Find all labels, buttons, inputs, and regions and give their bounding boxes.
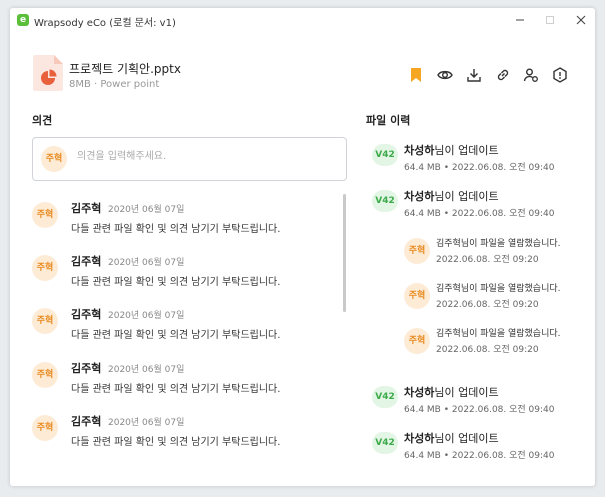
- history-view-time: 2022.06.08. 오전 09:20: [436, 255, 539, 265]
- history-title: 차성하님이 업데이트: [404, 188, 499, 204]
- info-button[interactable]: [550, 65, 570, 85]
- history-view-time: 2022.06.08. 오전 09:20: [436, 300, 539, 310]
- comment-date: 2020년 06월 07일: [108, 365, 185, 375]
- comment-author: 김주혁: [71, 202, 102, 215]
- comment-text: 다들 관련 파일 확인 및 의견 남기기 부탁드립니다.: [71, 384, 281, 395]
- comment-item: 주혁 김주혁 2020년 06월 07일 다들 관련 파일 확인 및 의견 남기…: [30, 253, 340, 303]
- comment-author: 김주혁: [71, 362, 102, 375]
- history-meta: 64.4 MB • 2022.06.08. 오전 09:40: [404, 405, 555, 415]
- maximize-button[interactable]: [539, 12, 561, 30]
- avatar: 주혁: [404, 328, 430, 354]
- avatar: 주혁: [32, 362, 58, 388]
- history-section-title: 파일 이력: [366, 114, 411, 127]
- history-view-text: 김주혁님이 파일을 열람했습니다.: [436, 329, 561, 339]
- copy-link-button[interactable]: [493, 65, 513, 85]
- comment-text: 다들 관련 파일 확인 및 의견 남기기 부탁드립니다.: [71, 330, 281, 341]
- maximize-icon: [546, 16, 554, 24]
- history-meta: 64.4 MB • 2022.06.08. 오전 09:40: [404, 163, 555, 173]
- history-user: 차성하: [404, 190, 435, 203]
- history-view-item: 주혁 김주혁님이 파일을 열람했습니다. 2022.06.08. 오전 09:2…: [404, 325, 584, 361]
- history-view-time: 2022.06.08. 오전 09:20: [436, 345, 539, 355]
- minimize-button[interactable]: [509, 12, 531, 30]
- history-view-text: 김주혁님이 파일을 열람했습니다.: [436, 239, 561, 249]
- history-user: 차성하: [404, 432, 435, 445]
- file-meta: 8MB · Power point: [69, 79, 160, 90]
- bookmark-button[interactable]: [406, 65, 426, 85]
- powerpoint-file-icon: [33, 55, 63, 91]
- history-update-item: V42 차성하님이 업데이트 64.4 MB • 2022.06.08. 오전 …: [372, 142, 582, 178]
- download-button[interactable]: [464, 65, 484, 85]
- history-title: 차성하님이 업데이트: [404, 142, 499, 158]
- app-logo-icon: e: [17, 14, 29, 26]
- title-bar: e Wrapsody eCo (로컬 문서: v1): [10, 8, 595, 34]
- history-meta: 64.4 MB • 2022.06.08. 오전 09:40: [404, 209, 555, 219]
- minimize-icon: [516, 19, 524, 21]
- avatar: 주혁: [32, 255, 58, 281]
- info-icon: [553, 67, 567, 83]
- share-user-icon: [523, 68, 538, 82]
- history-action: 님이 업데이트: [434, 144, 499, 157]
- version-badge: V42: [372, 144, 398, 166]
- history-update-item: V42 차성하님이 업데이트 64.4 MB • 2022.06.08. 오전 …: [372, 384, 582, 420]
- history-action: 님이 업데이트: [434, 386, 499, 399]
- history-action: 님이 업데이트: [434, 190, 499, 203]
- window-title: Wrapsody eCo (로컬 문서: v1): [34, 18, 176, 29]
- history-view-item: 주혁 김주혁님이 파일을 열람했습니다. 2022.06.08. 오전 09:2…: [404, 280, 584, 316]
- version-badge: V42: [372, 190, 398, 212]
- avatar: 주혁: [404, 238, 430, 264]
- comment-text: 다들 관련 파일 확인 및 의견 남기기 부탁드립니다.: [71, 224, 281, 235]
- history-view-item: 주혁 김주혁님이 파일을 열람했습니다. 2022.06.08. 오전 09:2…: [404, 235, 584, 271]
- comment-text: 다들 관련 파일 확인 및 의견 남기기 부탁드립니다.: [71, 277, 281, 288]
- version-badge: V42: [372, 432, 398, 454]
- close-button[interactable]: [570, 12, 592, 30]
- comment-date: 2020년 06월 07일: [108, 205, 185, 215]
- share-button[interactable]: [521, 65, 541, 85]
- comment-author: 김주혁: [71, 415, 102, 428]
- history-title: 차성하님이 업데이트: [404, 430, 499, 446]
- close-icon: [576, 15, 586, 25]
- comment-input-placeholder: 의견을 입력해주세요.: [77, 151, 167, 162]
- comment-item: 주혁 김주혁 2020년 06월 07일 다들 관련 파일 확인 및 의견 남기…: [30, 200, 340, 250]
- history-title: 차성하님이 업데이트: [404, 384, 499, 400]
- avatar: 주혁: [41, 146, 67, 172]
- version-badge: V42: [372, 386, 398, 408]
- view-icon: [437, 70, 453, 80]
- comment-date: 2020년 06월 07일: [108, 258, 185, 268]
- history-user: 차성하: [404, 386, 435, 399]
- view-button[interactable]: [435, 65, 455, 85]
- history-user: 차성하: [404, 144, 435, 157]
- comments-section-title: 의견: [32, 114, 53, 127]
- history-view-text: 김주혁님이 파일을 열람했습니다.: [436, 284, 561, 294]
- history-update-item: V42 차성하님이 업데이트 64.4 MB • 2022.06.08. 오전 …: [372, 430, 582, 466]
- comment-text: 다들 관련 파일 확인 및 의견 남기기 부탁드립니다.: [71, 437, 281, 448]
- comment-item: 주혁 김주혁 2020년 06월 07일 다들 관련 파일 확인 및 의견 남기…: [30, 413, 340, 463]
- history-update-item: V42 차성하님이 업데이트 64.4 MB • 2022.06.08. 오전 …: [372, 188, 582, 224]
- comment-date: 2020년 06월 07일: [108, 311, 185, 321]
- comment-item: 주혁 김주혁 2020년 06월 07일 다들 관련 파일 확인 및 의견 남기…: [30, 360, 340, 410]
- comment-author: 김주혁: [71, 308, 102, 321]
- avatar: 주혁: [32, 202, 58, 228]
- download-icon: [467, 69, 481, 82]
- avatar: 주혁: [32, 308, 58, 334]
- comment-input[interactable]: 주혁 의견을 입력해주세요.: [32, 137, 347, 181]
- comment-scrollbar[interactable]: [343, 194, 346, 312]
- history-action: 님이 업데이트: [434, 432, 499, 445]
- avatar: 주혁: [404, 283, 430, 309]
- history-meta: 64.4 MB • 2022.06.08. 오전 09:40: [404, 451, 555, 461]
- comment-item: 주혁 김주혁 2020년 06월 07일 다들 관련 파일 확인 및 의견 남기…: [30, 306, 340, 356]
- comment-date: 2020년 06월 07일: [108, 418, 185, 428]
- link-icon: [497, 69, 509, 81]
- bookmark-icon: [411, 68, 421, 82]
- app-window: e Wrapsody eCo (로컬 문서: v1) 프로젝트 기획안.pptx…: [10, 8, 595, 486]
- comment-author: 김주혁: [71, 255, 102, 268]
- file-name: 프로젝트 기획안.pptx: [69, 62, 181, 76]
- avatar: 주혁: [32, 415, 58, 441]
